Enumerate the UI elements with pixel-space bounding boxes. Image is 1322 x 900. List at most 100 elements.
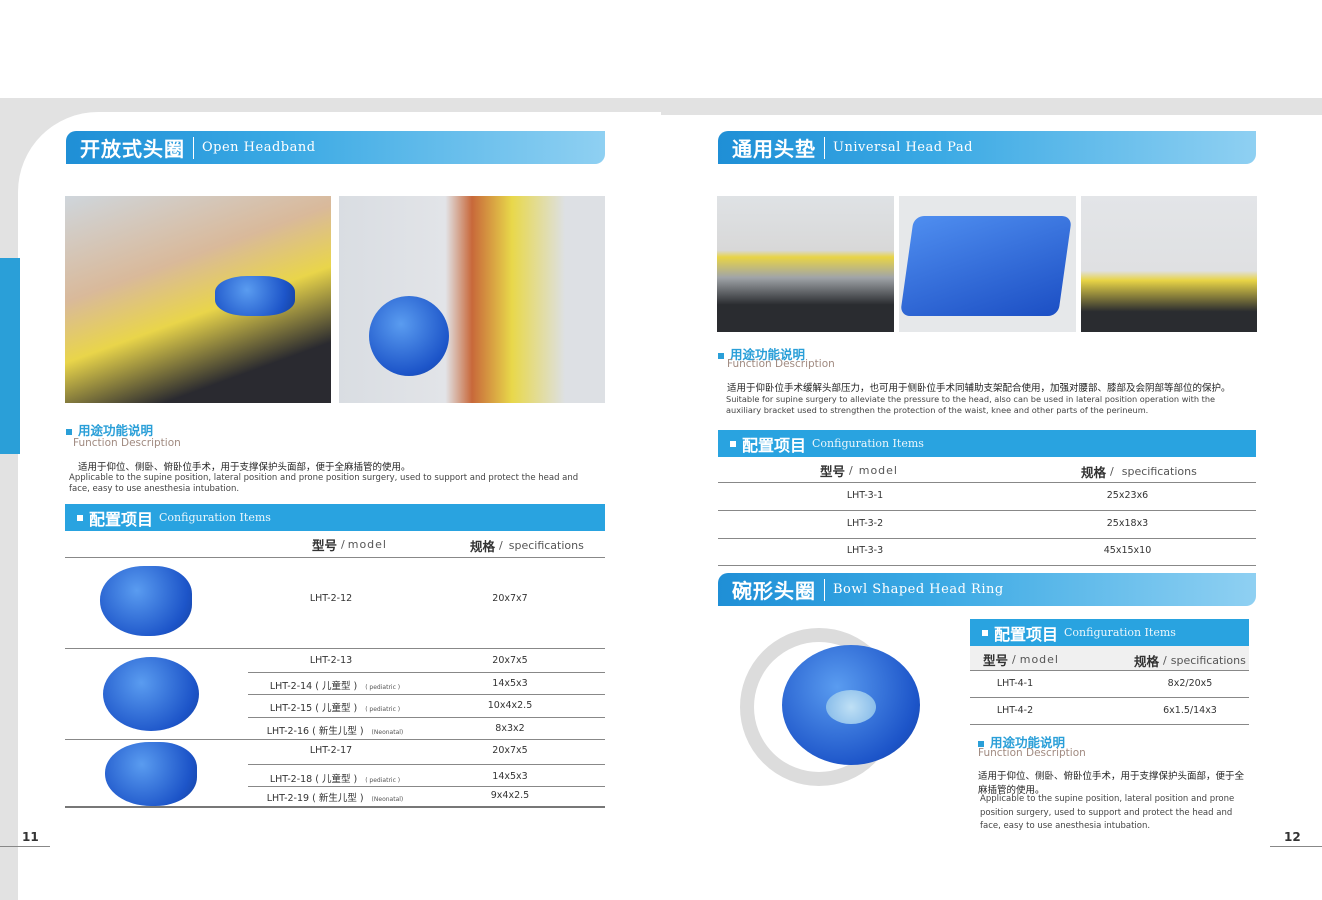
config-title-en: Configuration Items — [812, 437, 924, 450]
row-divider — [970, 724, 1249, 725]
product-photo-lateral — [65, 196, 331, 403]
model-cell: LHT-2-15 ( 儿童型 ) ( pediatric ) — [250, 700, 420, 714]
config-header: 配置项目 Configuration Items — [718, 430, 1256, 457]
function-title-en: Function Description — [73, 437, 181, 449]
function-title-en: Function Description — [727, 358, 835, 370]
section-header-universal-head-pad: 通用头垫 Universal Head Pad — [718, 131, 1256, 164]
function-desc-cn: 适用于仰卧位手术缓解头部压力，也可用于侧卧位手术同辅助支架配合使用，加强对腰部、… — [727, 383, 1231, 394]
config-title-en: Configuration Items — [1064, 626, 1176, 639]
headband-held-photo — [369, 296, 449, 376]
product-photo-supine-use — [1081, 196, 1257, 332]
col-model-header: 型号 / model — [820, 464, 898, 479]
row-divider — [65, 739, 605, 740]
col-spec-header: 规格 / specifications — [470, 539, 584, 554]
function-desc-cn: 适用于仰位、侧卧、俯卧位手术，用于支撑保护头面部，便于全麻插管的使用。 — [78, 462, 411, 473]
spec-cell: 10x4x2.5 — [487, 700, 533, 711]
row-divider — [718, 565, 1256, 566]
model-cell: LHT-2-16 ( 新生儿型 ) (Neonatal) — [250, 723, 420, 737]
model-cell: LHT-3-1 — [846, 490, 884, 501]
function-desc-cn: 适用于仰位、侧卧、俯卧位手术，用于支撑保护头面部，便于全麻插管的使用。 — [978, 771, 1245, 796]
model-text: LHT-2-12 — [309, 593, 353, 604]
spec-cell: 20x7x5 — [492, 655, 528, 666]
model-cell: LHT-2-19 ( 新生儿型 ) (Neonatal) — [250, 790, 420, 804]
row-divider — [970, 670, 1249, 671]
section-title-cn: 碗形头圈 — [732, 579, 816, 603]
col-spec-header: 规格 / specifications — [1081, 465, 1197, 480]
bowl-ring-product-image — [782, 645, 920, 765]
spec-cell: 8x3x2 — [495, 723, 525, 734]
section-header-open-headband: 开放式头圈 Open Headband — [66, 131, 605, 164]
ring-center — [826, 690, 876, 724]
function-desc-en: Applicable to the supine position, later… — [980, 794, 1235, 832]
divider — [0, 846, 50, 847]
product-photo-head-pad — [899, 196, 1076, 332]
model-note: ( pediatric ) — [365, 706, 401, 713]
col-spec-header: 规格 / specifications — [1134, 654, 1246, 669]
model-text: LHT-2-17 — [309, 745, 353, 756]
spec-cell: 45x15x10 — [1103, 545, 1152, 556]
model-note: ( pediatric ) — [365, 684, 401, 691]
headband-in-photo — [215, 276, 295, 316]
row-divider — [718, 482, 1256, 483]
spec-cell: 9x4x2.5 — [490, 790, 530, 801]
config-title-cn: 配置项目 — [89, 509, 154, 529]
row-divider — [248, 672, 605, 673]
spec-cell: 25x23x6 — [1106, 490, 1149, 501]
section-title-en: Open Headband — [202, 140, 316, 155]
section-title-cn: 开放式头圈 — [80, 137, 185, 161]
divider — [65, 557, 605, 558]
row-divider — [65, 648, 605, 649]
model-cell: LHT-2-18 ( 儿童型 ) ( pediatric ) — [250, 771, 420, 785]
divider — [1270, 846, 1322, 847]
section-header-bowl-head-ring: 碗形头圈 Bowl Shaped Head Ring — [718, 573, 1256, 606]
spec-cell: 20x7x7 — [492, 593, 528, 604]
section-title-en: Bowl Shaped Head Ring — [833, 582, 1004, 597]
col-model-header: 型号 / model — [983, 653, 1059, 668]
row-divider — [248, 764, 605, 765]
model-note: (Neonatal) — [371, 796, 404, 803]
row-divider — [248, 717, 605, 718]
function-desc-en: Applicable to the supine position, later… — [69, 473, 579, 495]
headband-product-image — [105, 742, 197, 806]
model-cell: LHT-3-2 — [846, 518, 884, 529]
section-title-en: Universal Head Pad — [833, 140, 973, 155]
model-text: LHT-2-19 ( 新生儿型 ) — [266, 793, 364, 804]
model-text: LHT-2-16 ( 新生儿型 ) — [266, 726, 364, 737]
spec-cell: 6x1.5/14x3 — [1163, 705, 1217, 716]
col-model-header: 型号 / model — [312, 538, 387, 553]
page-number: 12 — [1284, 830, 1301, 844]
row-divider — [970, 697, 1249, 698]
function-desc-en: Suitable for supine surgery to alleviate… — [726, 394, 1216, 416]
config-title-cn: 配置项目 — [742, 435, 807, 455]
model-text: LHT-2-13 — [309, 655, 353, 666]
page-number: 11 — [22, 830, 39, 844]
product-photo-model — [339, 196, 605, 403]
model-cell: LHT-2-14 ( 儿童型 ) ( pediatric ) — [250, 678, 420, 692]
model-cell: LHT-4-1 — [996, 678, 1034, 689]
config-header: 配置项目 Configuration Items — [65, 504, 605, 531]
headband-product-image — [100, 566, 192, 636]
spec-cell: 8x2/20x5 — [1167, 678, 1213, 689]
product-photo-lateral-use — [717, 196, 894, 332]
row-divider — [718, 538, 1256, 539]
head-pad-shape — [899, 216, 1073, 316]
headband-product-image — [103, 657, 199, 731]
model-note: (Neonatal) — [371, 729, 404, 736]
model-cell: LHT-4-2 — [996, 705, 1034, 716]
model-cell: LHT-2-12 — [250, 593, 420, 604]
config-title-en: Configuration Items — [159, 511, 271, 524]
spec-cell: 14x5x3 — [492, 771, 528, 782]
row-divider — [248, 694, 605, 695]
row-divider — [248, 786, 605, 787]
side-accent-bar — [0, 258, 20, 454]
row-divider — [65, 806, 605, 808]
spec-cell: 25x18x3 — [1106, 518, 1149, 529]
section-title-cn: 通用头垫 — [732, 137, 816, 161]
model-cell: LHT-3-3 — [846, 545, 884, 556]
spec-cell: 20x7x5 — [492, 745, 528, 756]
model-text: LHT-2-14 ( 儿童型 ) — [269, 681, 358, 692]
function-title-en: Function Description — [978, 747, 1086, 759]
model-text: LHT-2-15 ( 儿童型 ) — [269, 703, 358, 714]
model-note: ( pediatric ) — [365, 777, 401, 784]
row-divider — [718, 510, 1256, 511]
